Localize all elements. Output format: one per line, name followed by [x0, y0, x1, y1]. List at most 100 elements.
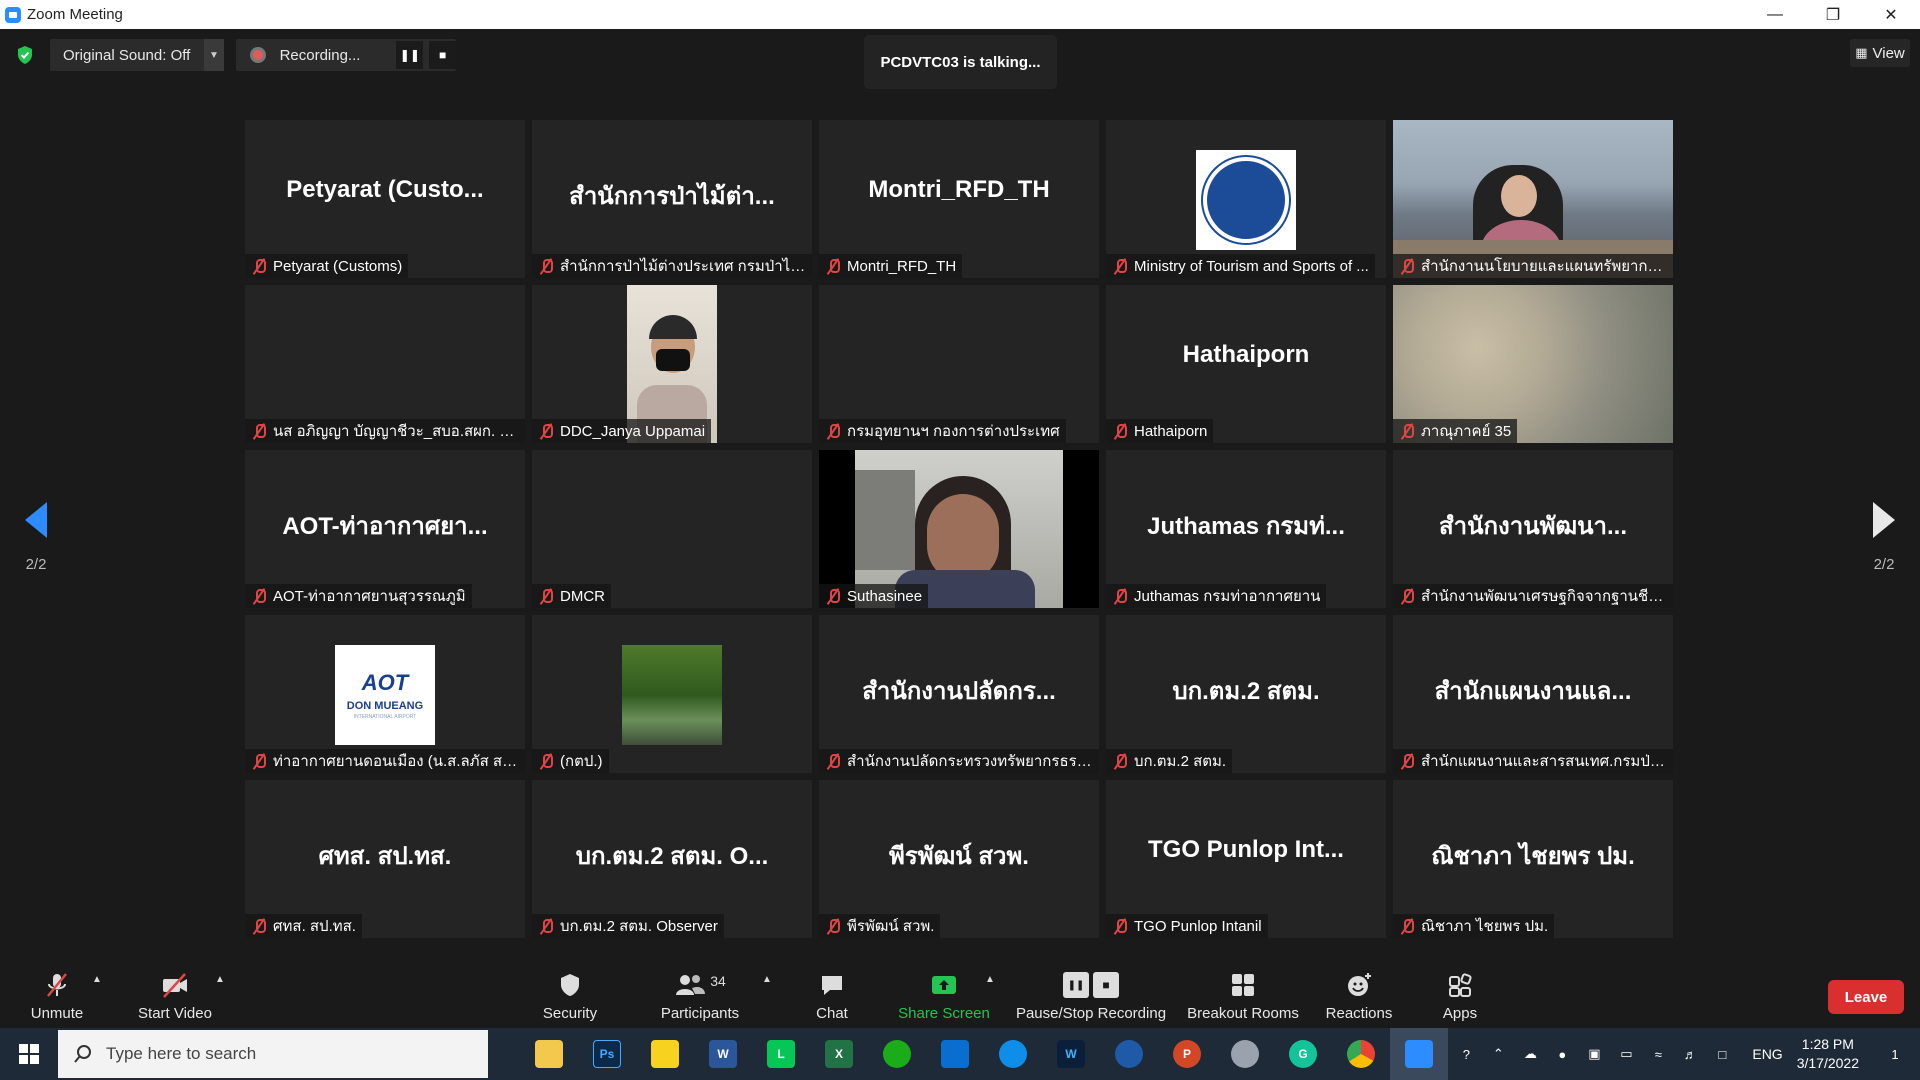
meeting-toolbar: Unmute ▲ Start Video ▲ Security 34 Parti…: [0, 962, 1920, 1028]
minimize-button[interactable]: —: [1746, 0, 1804, 29]
breakout-rooms-button[interactable]: Breakout Rooms: [1185, 962, 1301, 1028]
security-button[interactable]: Security: [530, 962, 610, 1028]
leave-button[interactable]: Leave: [1828, 980, 1904, 1014]
participant-tile[interactable]: DMCR: [532, 450, 812, 608]
shield-icon[interactable]: [16, 45, 34, 65]
participant-tile[interactable]: Juthamas กรมท่... Juthamas กรมท่าอากาศยาน: [1106, 450, 1386, 608]
participant-name-text: บก.ตม.2 สตม.: [1134, 753, 1227, 770]
participant-tile[interactable]: Montri_RFD_TH Montri_RFD_TH: [819, 120, 1099, 278]
search-placeholder: Type here to search: [106, 1044, 257, 1063]
participant-tile[interactable]: Hathaiporn Hathaiporn: [1106, 285, 1386, 443]
participant-tile[interactable]: ภาณุภาคย์ 35: [1393, 285, 1673, 443]
recording-indicator: Recording... ❚❚ ■: [236, 39, 456, 71]
taskbar-search-box[interactable]: Type here to search: [58, 1030, 488, 1078]
close-button[interactable]: ✕: [1862, 0, 1920, 29]
participant-tile[interactable]: สำนักงานพัฒนา... สำนักงานพัฒนาเศรษฐกิจจาก…: [1393, 450, 1673, 608]
participant-tile[interactable]: Ministry of Tourism and Sports of ...: [1106, 120, 1386, 278]
disk-app-taskbar-button[interactable]: [1216, 1028, 1274, 1080]
help-icon[interactable]: ?: [1455, 1043, 1477, 1065]
aot-logo-subtitle: DON MUEANG: [346, 700, 424, 712]
participant-tile[interactable]: Suthasinee: [819, 450, 1099, 608]
search-icon: [74, 1045, 91, 1063]
participant-tile[interactable]: TGO Punlop Int... TGO Punlop Intanil: [1106, 780, 1386, 938]
participant-name-text: Montri_RFD_TH: [847, 257, 957, 275]
volume-muted-icon[interactable]: ♬: [1679, 1043, 1701, 1065]
participant-name-label: DDC_Janya Uppamai: [532, 419, 712, 443]
participant-name-display: สำนักการป่าไม้ต่า...: [569, 183, 775, 210]
start-button[interactable]: [0, 1028, 58, 1080]
participant-tile[interactable]: สำนักงานนโยบายและแผนทรัพยากรธรร...: [1393, 120, 1673, 278]
participants-button[interactable]: 34 Participants: [654, 962, 746, 1028]
chevron-down-icon[interactable]: ▼: [204, 39, 224, 71]
windows-taskbar: Type here to search Ps W L X W P G ? ⌃ ☁…: [0, 1028, 1920, 1080]
previous-page-button[interactable]: 2/2: [6, 474, 66, 594]
wechat-taskbar-button[interactable]: [868, 1028, 926, 1080]
participant-tile[interactable]: สำนักแผนงานแล... สำนักแผนงานและสารสนเทศ.ก…: [1393, 615, 1673, 773]
pause-stop-label: Pause/Stop Recording: [1015, 1005, 1167, 1022]
excel-icon: X: [825, 1040, 853, 1068]
participant-tile[interactable]: กรมอุทยานฯ กองการต่างประเทศ: [819, 285, 1099, 443]
chevron-up-icon[interactable]: ⌃: [1487, 1043, 1509, 1065]
record-dot-icon: [250, 47, 266, 63]
participant-tile[interactable]: นส อภิญญา บัญญาชีวะ_สบอ.สผก. ศุล...: [245, 285, 525, 443]
chat-button[interactable]: Chat: [800, 962, 864, 1028]
chrome-taskbar-button[interactable]: [1332, 1028, 1390, 1080]
mic-muted-icon: [47, 973, 67, 997]
webex-taskbar-button[interactable]: W: [1042, 1028, 1100, 1080]
participant-tile[interactable]: สำนักงานปลัดกร... สำนักงานปลัดกระทรวงทรัพ…: [819, 615, 1099, 773]
zoom-taskbar-button[interactable]: [1390, 1028, 1448, 1080]
photoshop-taskbar-button[interactable]: Ps: [578, 1028, 636, 1080]
pause-recording-button[interactable]: ❚❚: [396, 41, 424, 69]
start-video-button[interactable]: Start Video: [130, 962, 220, 1028]
notifications-icon[interactable]: 1: [1884, 1043, 1906, 1065]
taskbar-clock[interactable]: 1:28 PM 3/17/2022: [1797, 1035, 1859, 1073]
participant-tile[interactable]: AOT-ท่าอากาศยา... AOT-ท่าอากาศยานสุวรรณภู…: [245, 450, 525, 608]
mic-muted-icon: [538, 753, 554, 769]
display-icon[interactable]: ▣: [1583, 1043, 1605, 1065]
aot-logo-text: AOT: [361, 670, 409, 695]
participant-name-label: DMCR: [532, 584, 611, 608]
participant-tile[interactable]: AOT DON MUEANG INTERNATIONAL AIRPORT ท่าอาก…: [245, 615, 525, 773]
participant-tile[interactable]: ศทส. สป.ทส. ศทส. สป.ทส.: [245, 780, 525, 938]
sticky-notes-taskbar-button[interactable]: [636, 1028, 694, 1080]
participants-caret-icon[interactable]: ▲: [762, 974, 772, 985]
participant-tile[interactable]: (กตป.): [532, 615, 812, 773]
share-screen-button[interactable]: Share Screen: [894, 962, 994, 1028]
reactions-button[interactable]: Reactions: [1320, 962, 1398, 1028]
wifi-icon[interactable]: ≈: [1647, 1043, 1669, 1065]
apps-button[interactable]: Apps: [1430, 962, 1490, 1028]
participant-tile[interactable]: Petyarat (Custo... Petyarat (Customs): [245, 120, 525, 278]
next-page-button[interactable]: 2/2: [1854, 474, 1914, 594]
participant-name-label: Suthasinee: [819, 584, 929, 608]
participant-tile[interactable]: บก.ตม.2 สตม. บก.ตม.2 สตม.: [1106, 615, 1386, 773]
pause-stop-recording-button[interactable]: ❚❚ ■ Pause/Stop Recording: [1013, 962, 1169, 1028]
participant-tile[interactable]: บก.ตม.2 สตม. O... บก.ตม.2 สตม. Observer: [532, 780, 812, 938]
unmute-options-caret-icon[interactable]: ▲: [92, 974, 102, 985]
file-explorer-taskbar-button[interactable]: [520, 1028, 578, 1080]
monitor-icon[interactable]: □: [1711, 1043, 1733, 1065]
participant-tile[interactable]: ณิชาภา ไชยพร ปม. ณิชาภา ไชยพร ปม.: [1393, 780, 1673, 938]
excel-taskbar-button[interactable]: X: [810, 1028, 868, 1080]
original-sound-button[interactable]: Original Sound: Off ▼: [50, 39, 224, 71]
microphone-icon[interactable]: ●: [1551, 1043, 1573, 1065]
participant-name-text: สำนักงานปลัดกระทรวงทรัพยากรธรรมช...: [847, 753, 1093, 770]
word-taskbar-button[interactable]: W: [694, 1028, 752, 1080]
video-options-caret-icon[interactable]: ▲: [215, 974, 225, 985]
grammarly-taskbar-button[interactable]: G: [1274, 1028, 1332, 1080]
unmute-button[interactable]: Unmute: [22, 962, 92, 1028]
participant-tile[interactable]: พีรพัฒน์ สวพ. พีรพัฒน์ สวพ.: [819, 780, 1099, 938]
battery-icon[interactable]: ▭: [1615, 1043, 1637, 1065]
powerpoint-taskbar-button[interactable]: P: [1158, 1028, 1216, 1080]
line-taskbar-button[interactable]: L: [752, 1028, 810, 1080]
stop-recording-button[interactable]: ■: [429, 41, 456, 69]
share-options-caret-icon[interactable]: ▲: [985, 974, 995, 985]
search-app-taskbar-button[interactable]: [1100, 1028, 1158, 1080]
cloud-icon[interactable]: ☁: [1519, 1043, 1541, 1065]
photos-taskbar-button[interactable]: [926, 1028, 984, 1080]
teamviewer-taskbar-button[interactable]: [984, 1028, 1042, 1080]
language-indicator[interactable]: ENG: [1752, 1046, 1782, 1062]
participant-tile[interactable]: สำนักการป่าไม้ต่า... สำนักการป่าไม้ต่างปร…: [532, 120, 812, 278]
participant-tile[interactable]: DDC_Janya Uppamai: [532, 285, 812, 443]
view-button[interactable]: ▦ View: [1850, 39, 1910, 67]
restore-button[interactable]: ❐: [1804, 0, 1862, 29]
